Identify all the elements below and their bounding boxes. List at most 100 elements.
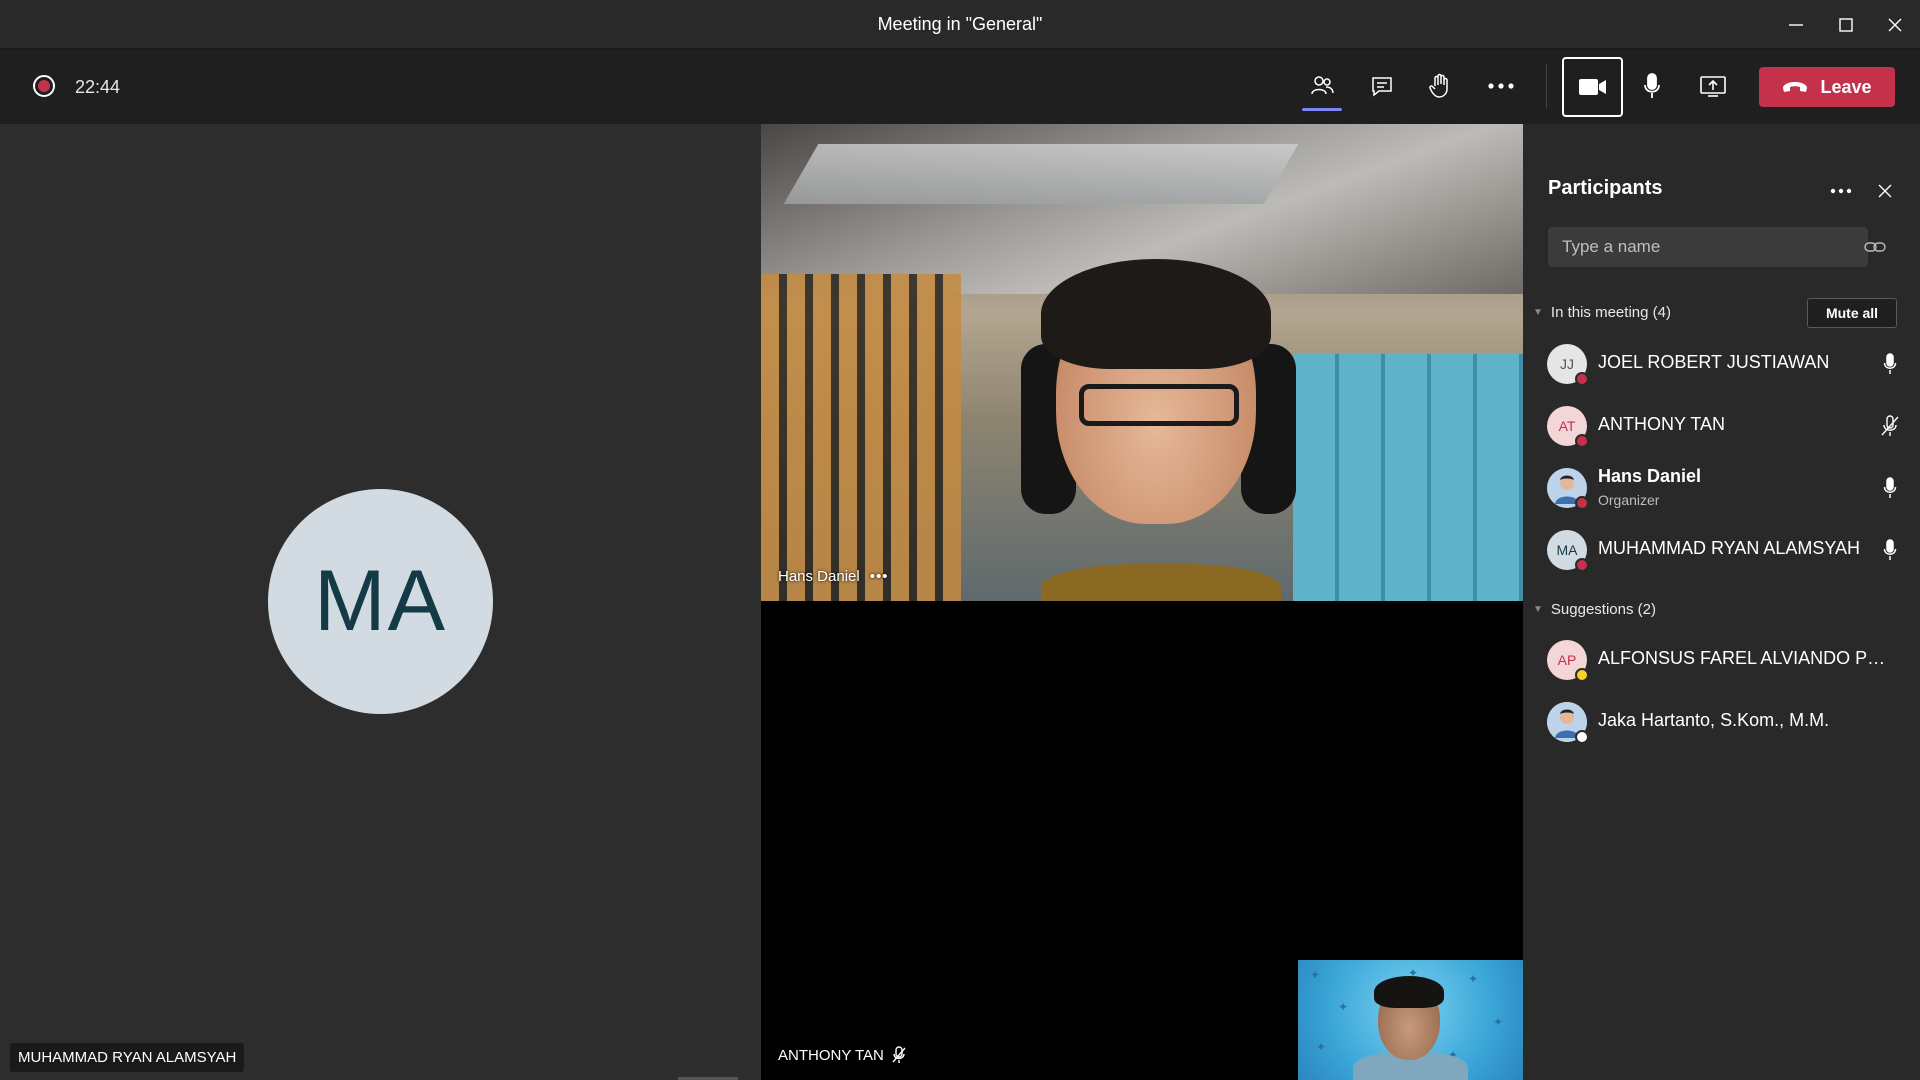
star-decoration: ✦	[1468, 972, 1479, 986]
self-person-hair	[1374, 976, 1444, 1008]
panel-title: Participants	[1548, 177, 1663, 199]
person-hair	[1041, 259, 1271, 369]
participant-name: Hans Daniel	[1598, 466, 1702, 486]
participants-panel: Participants ▼ In this meeting (4) Mute …	[1523, 124, 1920, 1080]
chevron-down-icon: ▼	[1533, 307, 1543, 318]
person-shirt	[1041, 564, 1281, 601]
video-background-windows	[761, 274, 961, 601]
participant-tile-muhammad[interactable]: MA MUHAMMAD RYAN ALAMSYAH	[0, 124, 761, 1080]
chat-icon	[1372, 77, 1392, 97]
close-window-button[interactable]	[1870, 0, 1920, 49]
star-decoration: ✦	[1316, 1040, 1327, 1054]
mic-on-indicator[interactable]	[1880, 476, 1900, 500]
participant-role: Organizer	[1598, 492, 1660, 508]
video-name-label: Hans Daniel •••	[778, 568, 888, 585]
camera-icon	[1578, 79, 1606, 95]
link-icon	[1864, 242, 1886, 252]
participant-row[interactable]: JJ JOEL ROBERT JUSTIAWAN	[1523, 333, 1920, 395]
participant-search-input[interactable]	[1548, 227, 1868, 267]
video-person	[961, 234, 1341, 601]
participant-name: ANTHONY TAN	[1598, 414, 1726, 434]
participant-name: MUHAMMAD RYAN ALAMSYAH	[1598, 538, 1861, 558]
more-icon	[1830, 188, 1852, 194]
camera-toggle-button[interactable]	[1562, 57, 1623, 117]
show-conversation-button[interactable]	[1357, 61, 1407, 111]
suggestions-label: Suggestions (2)	[1550, 601, 1656, 618]
star-decoration: ✦	[1493, 1015, 1504, 1029]
show-participants-button[interactable]	[1297, 61, 1347, 111]
video-tile-anthony-tan[interactable]: ANTHONY TAN ✦ ✦ ✦ ✦ ✦ ✦ ✦	[761, 601, 1523, 1080]
share-invite-button[interactable]	[1863, 235, 1887, 259]
raise-hand-button[interactable]	[1415, 61, 1465, 111]
video-participant-name: ANTHONY TAN	[778, 1046, 884, 1064]
star-decoration: ✦	[1310, 968, 1321, 982]
avatar-initials: JJ	[1560, 356, 1574, 372]
leave-button[interactable]: Leave	[1759, 67, 1895, 107]
minimize-button[interactable]	[1771, 0, 1821, 49]
avatar: JJ	[1547, 344, 1589, 386]
toolbar-divider	[1546, 64, 1547, 108]
mic-off-indicator[interactable]	[1880, 414, 1900, 438]
participant-row[interactable]: MA MUHAMMAD RYAN ALAMSYAH	[1523, 519, 1920, 581]
participant-name-tag: MUHAMMAD RYAN ALAMSYAH	[10, 1043, 245, 1072]
avatar	[1547, 702, 1589, 744]
participant-row[interactable]: AP ALFONSUS FAREL ALVIANDO PRATA...	[1523, 629, 1920, 691]
close-icon	[1878, 184, 1892, 198]
participants-icon	[1311, 76, 1334, 95]
microphone-icon	[1883, 353, 1897, 374]
window-title: Meeting in "General"	[877, 14, 1043, 34]
presence-status-icon	[1575, 558, 1589, 572]
mic-toggle-button[interactable]	[1627, 61, 1677, 111]
video-participant-name: Hans Daniel	[778, 568, 860, 585]
avatar-initials: MA	[1556, 542, 1578, 558]
participant-name: Jaka Hartanto, S.Kom., M.M.	[1598, 710, 1830, 730]
video-tile-hans-daniel[interactable]: Hans Daniel •••	[761, 124, 1523, 601]
star-decoration: ✦	[1338, 1000, 1349, 1014]
title-bar: Meeting in "General"	[0, 0, 1920, 49]
recording-icon	[33, 75, 55, 97]
participant-name: ALFONSUS FAREL ALVIANDO PRATA...	[1598, 648, 1890, 668]
presence-status-icon	[1575, 496, 1589, 510]
mic-muted-icon	[892, 1046, 906, 1063]
chevron-down-icon: ▼	[1533, 604, 1543, 615]
microphone-icon	[1883, 477, 1897, 498]
maximize-button[interactable]	[1821, 0, 1871, 49]
video-background-duct	[783, 144, 1299, 204]
hang-up-icon	[1783, 82, 1808, 92]
participant-row[interactable]: AT ANTHONY TAN	[1523, 395, 1920, 457]
self-view-video[interactable]: ✦ ✦ ✦ ✦ ✦ ✦ ✦	[1298, 960, 1523, 1080]
presence-status-icon	[1575, 372, 1589, 386]
suggestions-section-header[interactable]: ▼ Suggestions (2)	[1533, 601, 1656, 618]
minimize-icon	[1789, 23, 1803, 26]
person-glasses	[1079, 384, 1239, 426]
video-more-options[interactable]: •••	[870, 568, 889, 585]
mute-all-button[interactable]: Mute all	[1807, 298, 1897, 328]
presence-status-icon	[1575, 668, 1589, 682]
presence-status-icon	[1575, 434, 1589, 448]
share-content-button[interactable]	[1688, 61, 1738, 111]
avatar: AP	[1547, 640, 1589, 682]
avatar-initials: AP	[1557, 652, 1577, 668]
more-actions-button[interactable]	[1476, 61, 1526, 111]
mic-on-indicator[interactable]	[1880, 352, 1900, 376]
participant-name: JOEL ROBERT JUSTIAWAN	[1598, 352, 1830, 372]
video-name-label: ANTHONY TAN	[778, 1046, 906, 1064]
panel-more-button[interactable]	[1826, 181, 1856, 201]
participant-row[interactable]: Jaka Hartanto, S.Kom., M.M.	[1523, 691, 1920, 753]
leave-label: Leave	[1820, 76, 1872, 97]
avatar-initials: AT	[1558, 418, 1576, 434]
presence-status-icon	[1575, 730, 1589, 744]
participant-row[interactable]: Hans Daniel Organizer	[1523, 457, 1920, 519]
mic-on-indicator[interactable]	[1880, 538, 1900, 562]
avatar: AT	[1547, 406, 1589, 448]
more-icon	[1488, 83, 1514, 89]
close-panel-button[interactable]	[1873, 179, 1897, 203]
in-meeting-label: In this meeting (4)	[1550, 304, 1671, 321]
avatar: MA	[1547, 530, 1589, 572]
avatar	[1547, 468, 1589, 510]
raise-hand-icon	[1429, 73, 1448, 98]
share-screen-icon	[1700, 76, 1726, 97]
in-meeting-section-header[interactable]: ▼ In this meeting (4)	[1533, 304, 1671, 321]
mic-muted-icon	[1881, 415, 1899, 436]
microphone-icon	[1644, 73, 1660, 98]
